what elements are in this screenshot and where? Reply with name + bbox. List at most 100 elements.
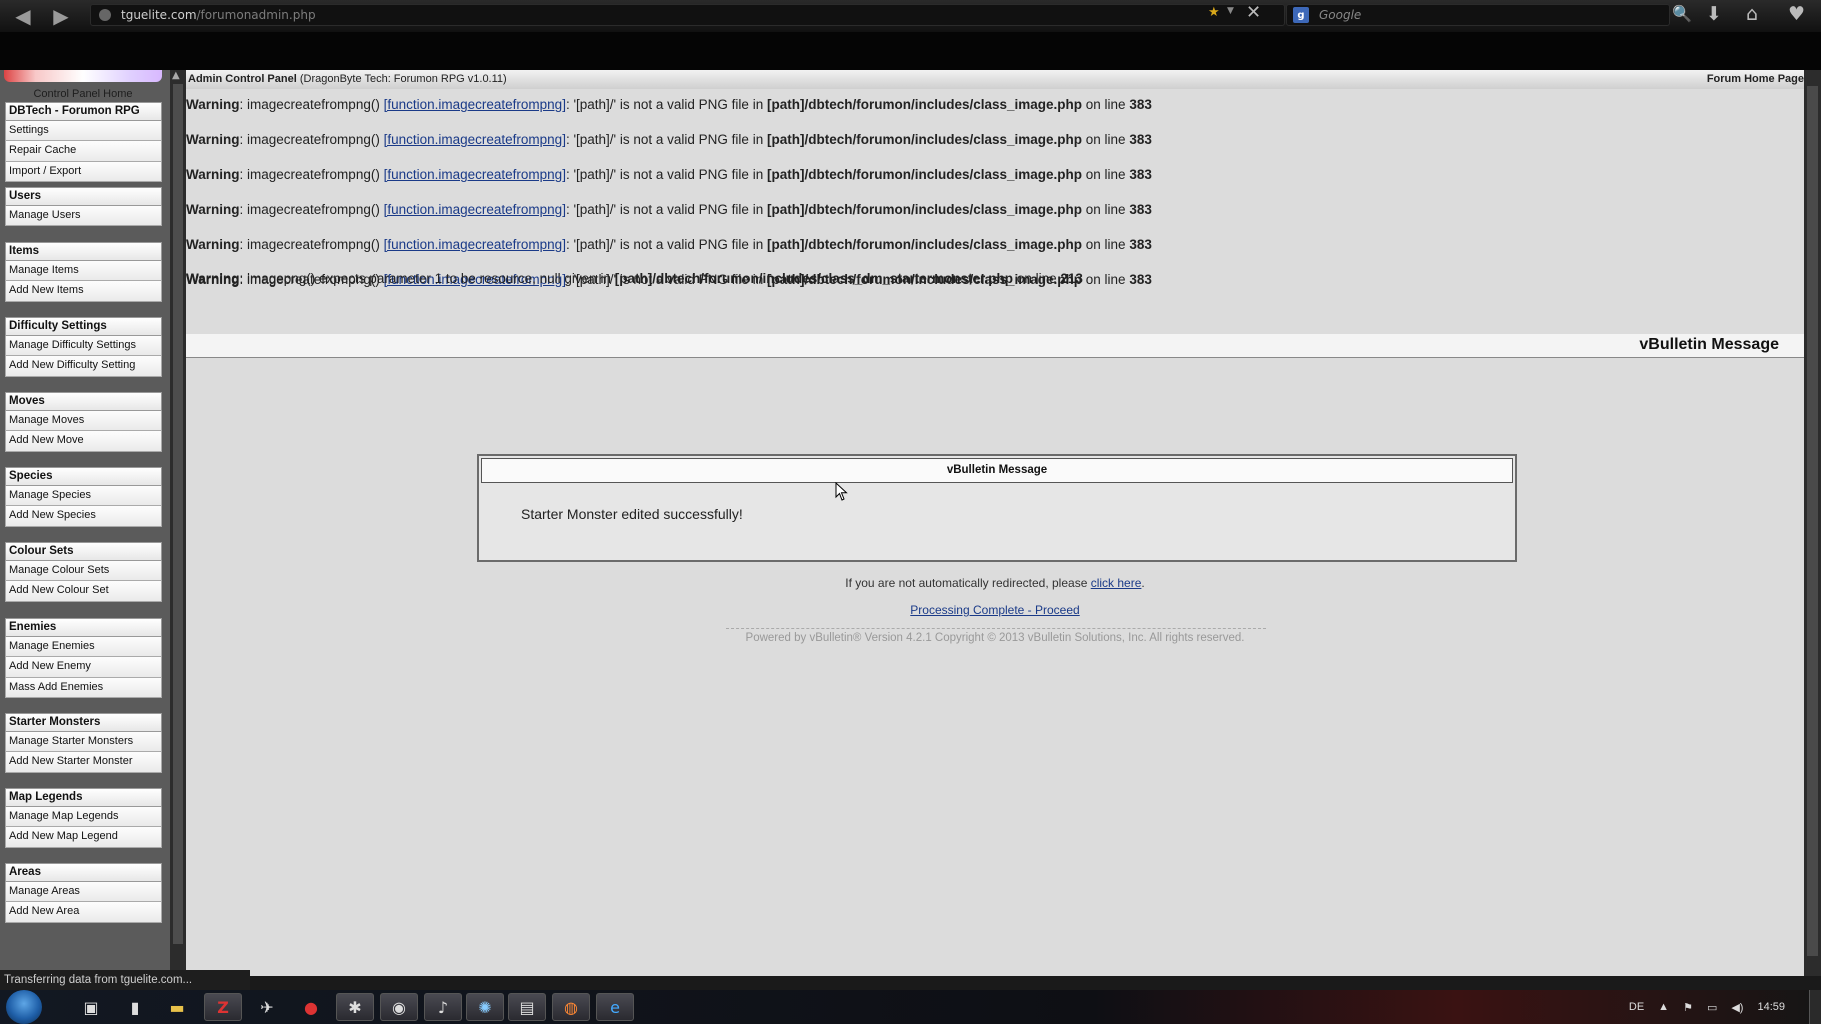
warning-file: [path]/dbtech/forumon/includes/class_ima… (766, 167, 1083, 182)
sidebar-item[interactable]: Add New Map Legend (5, 827, 162, 848)
recorder-icon[interactable]: ● (292, 993, 330, 1021)
sidebar-item[interactable]: Mass Add Enemies (5, 677, 162, 699)
warning-line: Warning: imagecreatefrompng() [function.… (186, 97, 1152, 112)
forward-arrow-icon[interactable]: ▶ (44, 2, 78, 30)
sidebar-group-title[interactable]: Moves (5, 392, 162, 411)
tray-expand-icon[interactable]: ▲ (1658, 1001, 1669, 1013)
notepad-icon[interactable]: ▤ (508, 993, 546, 1021)
close-icon[interactable]: ✕ (1246, 2, 1261, 23)
media-app-icon[interactable]: ✱ (336, 993, 374, 1021)
sidebar-item[interactable]: Settings (5, 121, 162, 142)
scrollbar-thumb[interactable] (1807, 86, 1818, 956)
warning-label: Warning (186, 271, 240, 286)
function-doc-link[interactable]: [function.imagecreatefrompng] (384, 237, 566, 252)
internet-explorer-icon[interactable]: e (596, 993, 634, 1021)
sidebar-item[interactable]: Manage Map Legends (5, 807, 162, 828)
sidebar-item[interactable]: Add New Starter Monster (5, 752, 162, 773)
network-tray-app-icon[interactable]: ▣ (72, 993, 110, 1021)
start-button[interactable] (6, 990, 42, 1024)
sidebar-item[interactable]: Add New Area (5, 902, 162, 923)
disc-app-icon[interactable]: ◉ (380, 993, 418, 1021)
warning-function: imagecreatefrompng() (247, 97, 380, 112)
download-icon[interactable]: ⬇ (1706, 3, 1722, 25)
menu-icon[interactable]: ♥ (1788, 3, 1805, 25)
search-icon[interactable]: 🔍 (1672, 4, 1692, 23)
warning-file: [path]/dbtech/forumon/includes/class_ima… (766, 237, 1083, 252)
function-doc-link[interactable]: [function.imagecreatefrompng] (384, 167, 566, 182)
sidebar-group: Map Legends Manage Map Legends Add New Map… (5, 788, 162, 848)
folder-icon[interactable]: ▬ (158, 993, 196, 1021)
sidebar-group-title[interactable]: Species (5, 467, 162, 486)
sidebar-group-title[interactable]: Colour Sets (5, 542, 162, 561)
warning-line: Warning: imagecreatefrompng() [function.… (186, 237, 1152, 252)
warning-line-number: 383 (1129, 97, 1152, 112)
sidebar-item[interactable]: Manage Items (5, 261, 162, 282)
site-identity-icon[interactable] (99, 9, 111, 21)
volume-icon[interactable]: ◀) (1731, 1001, 1743, 1014)
sidebar-item[interactable]: Manage Users (5, 206, 162, 227)
redirect-text: If you are not automatically redirected,… (845, 576, 1088, 590)
sidebar-group: Enemies Manage Enemies Add New Enemy Mass A… (5, 618, 162, 699)
sidebar-group-title[interactable]: Enemies (5, 618, 162, 637)
click-here-link[interactable]: click here (1091, 576, 1142, 590)
home-icon[interactable]: ⌂ (1746, 3, 1758, 25)
search-input[interactable]: g Google (1286, 4, 1670, 26)
status-bar: Transferring data from tguelite.com... (0, 970, 250, 990)
sidebar-group-title[interactable]: Starter Monsters (5, 713, 162, 732)
music-app-icon[interactable]: ♪ (424, 993, 462, 1021)
sidebar-item[interactable]: Add New Difficulty Setting (5, 356, 162, 377)
sidebar-item[interactable]: Manage Difficulty Settings (5, 336, 162, 357)
language-indicator[interactable]: DE (1629, 1001, 1644, 1013)
admin-header: Admin Control Panel (DragonByte Tech: Fo… (186, 70, 1804, 89)
back-arrow-icon[interactable]: ◀ (6, 2, 40, 30)
sidebar-group-title[interactable]: DBTech - Forumon RPG (5, 102, 162, 121)
flag-icon[interactable]: ⚑ (1683, 1001, 1693, 1014)
firefox-icon[interactable]: ◍ (552, 993, 590, 1021)
sidebar-group-title[interactable]: Map Legends (5, 788, 162, 807)
sidebar-item[interactable]: Add New Items (5, 281, 162, 302)
forum-home-link[interactable]: Forum Home Page (1707, 70, 1804, 89)
sidebar-item[interactable]: Manage Colour Sets (5, 561, 162, 582)
sidebar-item[interactable]: Add New Colour Set (5, 581, 162, 602)
url-bar[interactable]: tguelite.com/forumonadmin.php (90, 4, 1285, 26)
scrollbar-thumb[interactable] (173, 84, 183, 944)
filezilla-icon[interactable]: Z (204, 993, 242, 1021)
show-desktop-button[interactable] (1809, 990, 1821, 1024)
usb-app-icon[interactable]: ▮ (116, 993, 154, 1021)
sidebar-item[interactable]: Repair Cache (5, 141, 162, 162)
network-icon[interactable]: ▭ (1707, 1001, 1717, 1014)
warning-message: : '[path]/' is not a valid PNG file in (565, 237, 764, 252)
sidebar-group: Colour Sets Manage Colour Sets Add New Col… (5, 542, 162, 602)
warning-function: imagecreatefrompng() (247, 132, 380, 147)
function-doc-link[interactable]: [function.imagecreatefrompng] (384, 97, 566, 112)
sidebar-item[interactable]: Import / Export (5, 161, 162, 183)
sidebar-item[interactable]: Manage Moves (5, 411, 162, 432)
bookmark-star-icon[interactable]: ★ (1208, 5, 1220, 20)
system-tray: DE ▲ ⚑ ▭ ◀) 14:59 (1629, 990, 1821, 1024)
settings-app-icon[interactable]: ✺ (466, 993, 504, 1021)
proceed-link[interactable]: Processing Complete - Proceed (910, 603, 1079, 617)
sidebar-item[interactable]: Add New Species (5, 506, 162, 527)
sidebar-item[interactable]: Manage Species (5, 486, 162, 507)
control-panel-home-link[interactable]: Control Panel Home (4, 88, 162, 100)
thunderbird-icon[interactable]: ✈ (248, 993, 286, 1021)
sidebar-group-title[interactable]: Difficulty Settings (5, 317, 162, 336)
scroll-up-icon[interactable]: ▲ (172, 70, 180, 81)
sidebar-item[interactable]: Manage Starter Monsters (5, 732, 162, 753)
url-dropdown-icon[interactable]: ▼ (1227, 6, 1234, 16)
clock[interactable]: 14:59 (1757, 1001, 1785, 1013)
sidebar-item[interactable]: Manage Enemies (5, 637, 162, 658)
function-doc-link[interactable]: [function.imagecreatefrompng] (384, 132, 566, 147)
sidebar-item[interactable]: Manage Areas (5, 882, 162, 903)
sidebar-group-title[interactable]: Items (5, 242, 162, 261)
sidebar-group-title[interactable]: Users (5, 187, 162, 206)
sidebar-item[interactable]: Add New Enemy (5, 657, 162, 678)
sidebar-group-title[interactable]: Areas (5, 863, 162, 882)
function-doc-link[interactable]: [function.imagecreatefrompng] (384, 202, 566, 217)
sidebar-item[interactable]: Add New Move (5, 431, 162, 452)
main-scrollbar[interactable] (1804, 70, 1821, 976)
google-icon: g (1293, 7, 1309, 23)
warning-line-number: 383 (1129, 237, 1152, 252)
sidebar-scrollbar[interactable]: ▲ (170, 70, 186, 970)
warning-file: [path]/dbtech/forumon/includes/class_ima… (766, 202, 1083, 217)
